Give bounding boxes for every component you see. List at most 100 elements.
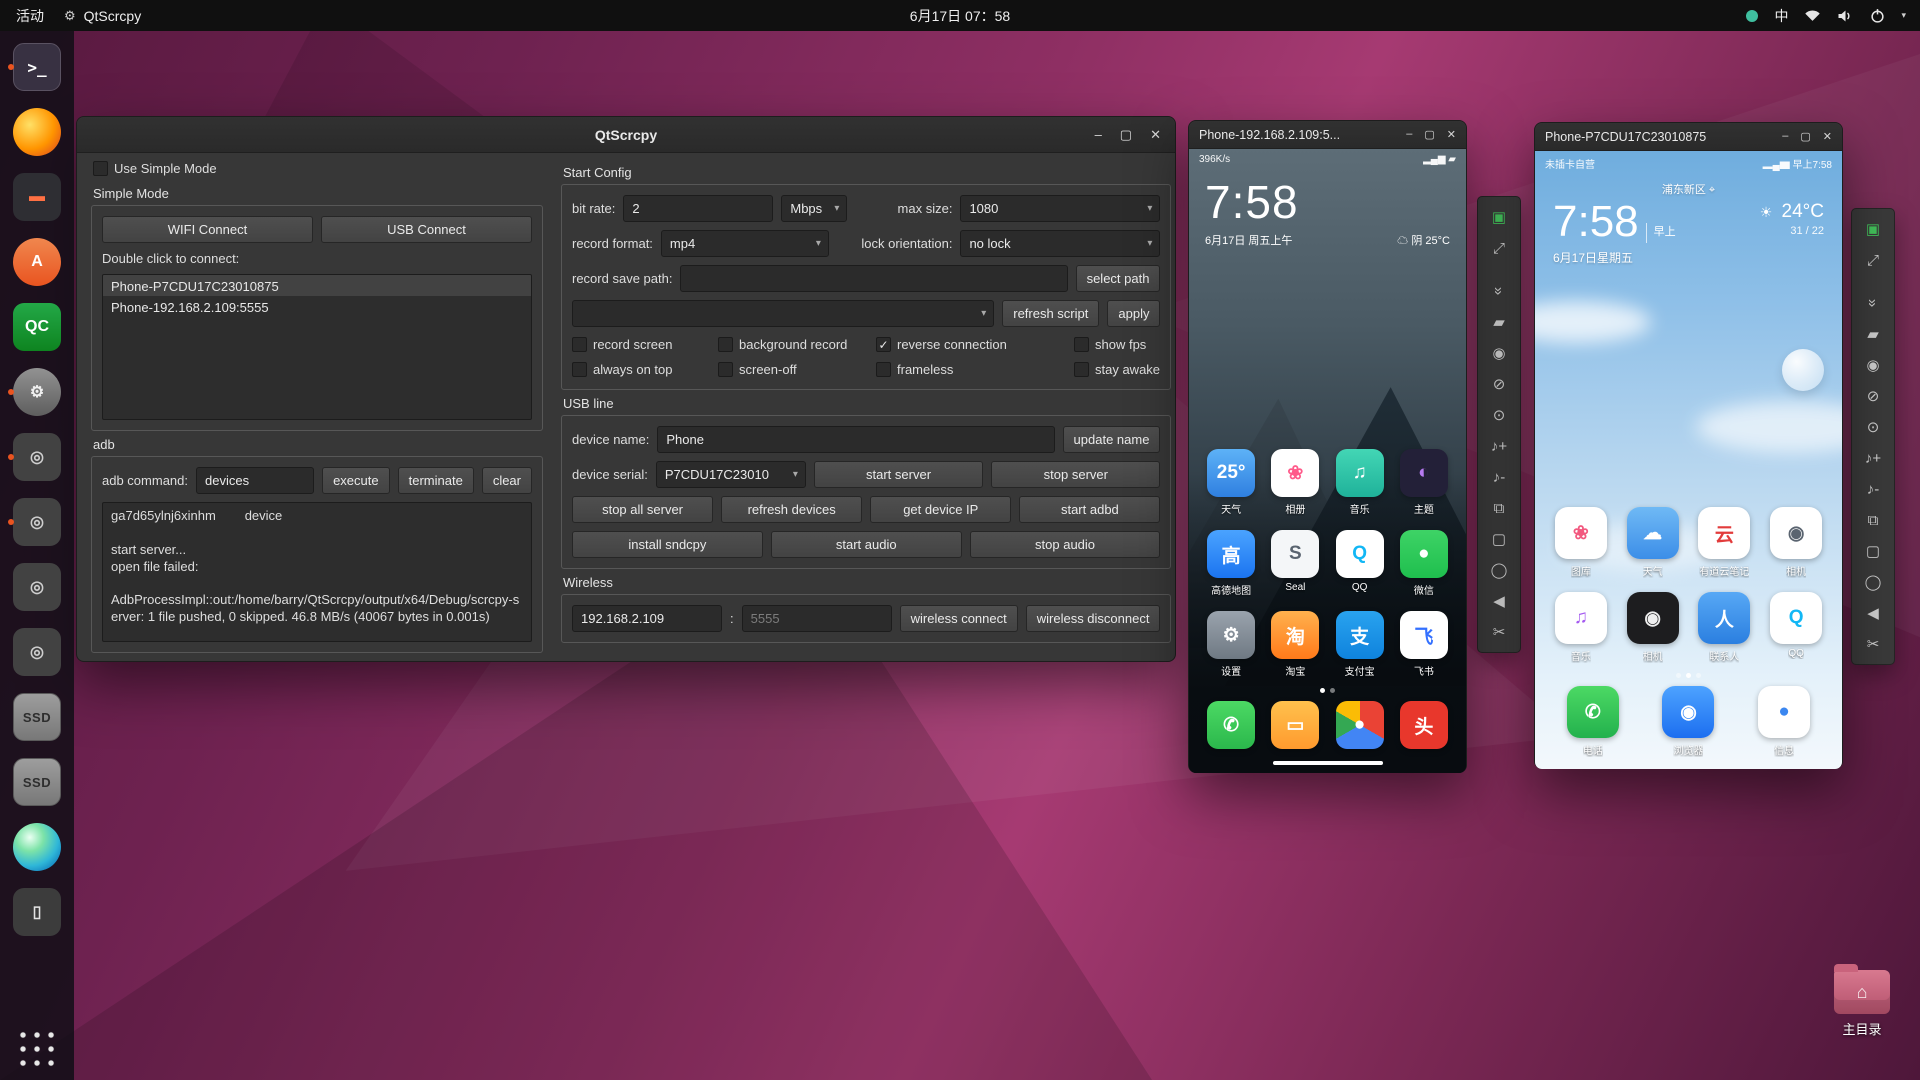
app-icon[interactable]: 飞 飞书 — [1392, 611, 1456, 678]
app-icon[interactable]: 人 联系人 — [1689, 592, 1761, 663]
app-icon[interactable]: ⚙ 设置 — [1199, 611, 1263, 678]
app-icon[interactable]: Q QQ — [1328, 530, 1392, 597]
maximize-button[interactable]: ▢ — [1120, 127, 1132, 143]
terminate-button[interactable]: terminate — [397, 467, 474, 494]
device-list-item[interactable]: Phone-192.168.2.109:5555 — [103, 296, 531, 317]
bit-rate-input[interactable] — [623, 195, 774, 222]
minimize-button[interactable]: – — [1782, 130, 1788, 143]
config-option-checkbox[interactable]: reverse connection — [876, 337, 1068, 352]
chevron-down-icon[interactable]: ▾ — [1901, 10, 1906, 21]
app-switch-icon[interactable]: ⧉ — [1852, 510, 1894, 530]
lock-orientation-select[interactable]: no lock ▾ — [960, 230, 1161, 257]
titlebar[interactable]: QtScrcpy – ▢ ✕ — [77, 117, 1175, 153]
home-folder-shortcut[interactable]: ⌂ 主目录 — [1824, 964, 1900, 1038]
wireless-connect-button[interactable]: wireless connect — [899, 605, 1018, 632]
dock-item[interactable] — [5, 104, 69, 160]
dock-item[interactable]: QC — [5, 299, 69, 355]
back-icon[interactable]: ◀ — [1852, 603, 1894, 623]
dock-item[interactable]: ▯ — [5, 884, 69, 940]
select-path-button[interactable]: select path — [1075, 265, 1161, 292]
app-icon[interactable]: 25° 天气 — [1199, 449, 1263, 516]
dock-item[interactable]: ▬ — [5, 169, 69, 225]
messages-app-icon[interactable]: ▭ — [1263, 701, 1327, 749]
messages-app-icon[interactable]: ● 信息 — [1736, 686, 1832, 757]
phone-app-icon[interactable]: ✆ 电话 — [1545, 686, 1641, 757]
titlebar[interactable]: Phone-192.168.2.109:5... – ▢ ✕ — [1189, 121, 1466, 149]
wireless-port-input[interactable] — [741, 605, 892, 632]
adb-command-input[interactable] — [196, 467, 315, 494]
menu-icon[interactable]: ▢ — [1478, 529, 1520, 549]
power-icon[interactable]: ⊙ — [1478, 405, 1520, 425]
ime-indicator[interactable]: 中 — [1774, 6, 1788, 26]
app-icon[interactable]: ♫ 音乐 — [1545, 592, 1617, 663]
execute-button[interactable]: execute — [322, 467, 390, 494]
screenshot-icon[interactable]: ✂ — [1478, 622, 1520, 642]
screen-on-icon[interactable]: ◉ — [1852, 355, 1894, 375]
dock-item[interactable]: ◎ — [5, 494, 69, 550]
app-icon[interactable]: ◐ 主题 — [1392, 449, 1456, 516]
collapse-icon[interactable]: » — [1489, 270, 1509, 312]
touch-icon[interactable]: ▰ — [1852, 324, 1894, 344]
app-switch-icon[interactable]: ⧉ — [1478, 498, 1520, 518]
wifi-connect-button[interactable]: WIFI Connect — [102, 216, 313, 243]
toutiao-icon[interactable]: 头 — [1392, 701, 1456, 749]
dock-item[interactable]: ◎ — [5, 624, 69, 680]
max-size-select[interactable]: 1080 ▾ — [960, 195, 1161, 222]
weather-widget[interactable]: ☀ 24°C 31 / 22 — [1760, 201, 1824, 237]
volume-down-icon[interactable]: ♪- — [1852, 479, 1894, 499]
screen-off-icon[interactable]: ⊘ — [1852, 386, 1894, 406]
update-name-button[interactable]: update name — [1062, 426, 1161, 453]
gesture-bar[interactable] — [1272, 761, 1383, 765]
volume-icon[interactable] — [1837, 9, 1854, 23]
app-icon[interactable]: ❀ 图库 — [1545, 507, 1617, 578]
close-button[interactable]: ✕ — [1150, 127, 1161, 143]
dock-item[interactable]: SSD — [5, 754, 69, 810]
chrome-icon[interactable]: ● — [1328, 701, 1392, 749]
cast-screen-icon[interactable]: ▣ — [1478, 207, 1520, 227]
volume-down-icon[interactable]: ♪- — [1478, 467, 1520, 487]
dock-item[interactable] — [5, 819, 69, 875]
start-audio-button[interactable]: start audio — [770, 531, 962, 558]
config-option-checkbox[interactable]: stay awake — [1074, 362, 1160, 377]
app-icon[interactable]: ◉ 相机 — [1760, 507, 1832, 578]
phone-app-icon[interactable]: ✆ — [1199, 701, 1263, 749]
minimize-button[interactable]: – — [1095, 127, 1102, 143]
app-icon[interactable]: ♫ 音乐 — [1328, 449, 1392, 516]
use-simple-mode-checkbox[interactable]: Use Simple Mode — [93, 161, 541, 176]
wireless-disconnect-button[interactable]: wireless disconnect — [1025, 605, 1161, 632]
apply-button[interactable]: apply — [1107, 300, 1161, 327]
touch-icon[interactable]: ▰ — [1478, 312, 1520, 332]
config-option-checkbox[interactable]: frameless — [876, 362, 1068, 377]
app-icon[interactable]: 高 高德地图 — [1199, 530, 1263, 597]
record-save-path-input[interactable] — [680, 265, 1068, 292]
dock-item[interactable]: A — [5, 234, 69, 290]
app-icon[interactable]: ❀ 相册 — [1263, 449, 1327, 516]
phone-screen[interactable]: 未插卡自营 ▂▄▆ 早上7:58 浦东新区 ⌖ 7:58 早上 ☀ 24°C 3… — [1535, 151, 1842, 769]
minimize-button[interactable]: – — [1406, 128, 1412, 141]
app-icon[interactable]: ◉ 相机 — [1617, 592, 1689, 663]
maximize-button[interactable]: ▢ — [1800, 130, 1810, 143]
home-icon[interactable]: ◯ — [1478, 560, 1520, 580]
usb-connect-button[interactable]: USB Connect — [321, 216, 532, 243]
close-button[interactable]: ✕ — [1823, 130, 1832, 143]
app-icon[interactable]: 淘 淘宝 — [1263, 611, 1327, 678]
stop-audio-button[interactable]: stop audio — [969, 531, 1161, 558]
clock-widget[interactable]: 7:58 早上 — [1553, 200, 1676, 244]
fullscreen-icon[interactable]: ⤢ — [1478, 238, 1520, 258]
config-option-checkbox[interactable]: show fps — [1074, 337, 1160, 352]
app-icon[interactable]: 云 有道云笔记 — [1689, 507, 1761, 578]
app-icon[interactable]: Q QQ — [1760, 592, 1832, 663]
device-serial-select[interactable]: P7CDU17C23010 ▾ — [655, 461, 806, 488]
phone-screen[interactable]: 396K/s ▂▄▆ ▰ 7:58 6月17日 周五上午 ☁ 阴 25°C 25… — [1189, 149, 1466, 773]
weather-widget[interactable]: ☁ 阴 25°C — [1397, 232, 1450, 248]
back-icon[interactable]: ◀ — [1478, 591, 1520, 611]
app-icon[interactable]: S Seal — [1263, 530, 1327, 597]
dock-item[interactable]: >_ — [5, 39, 69, 95]
get-device-ip-button[interactable]: get device IP — [870, 496, 1012, 523]
install-sndcpy-button[interactable]: install sndcpy — [572, 531, 763, 558]
dock-item[interactable]: SSD — [5, 689, 69, 745]
focused-app-menu[interactable]: ⚙ QtScrcpy — [64, 8, 141, 24]
dock-item[interactable]: ⚙ — [5, 364, 69, 420]
wifi-icon[interactable] — [1804, 9, 1821, 22]
close-button[interactable]: ✕ — [1447, 128, 1456, 141]
